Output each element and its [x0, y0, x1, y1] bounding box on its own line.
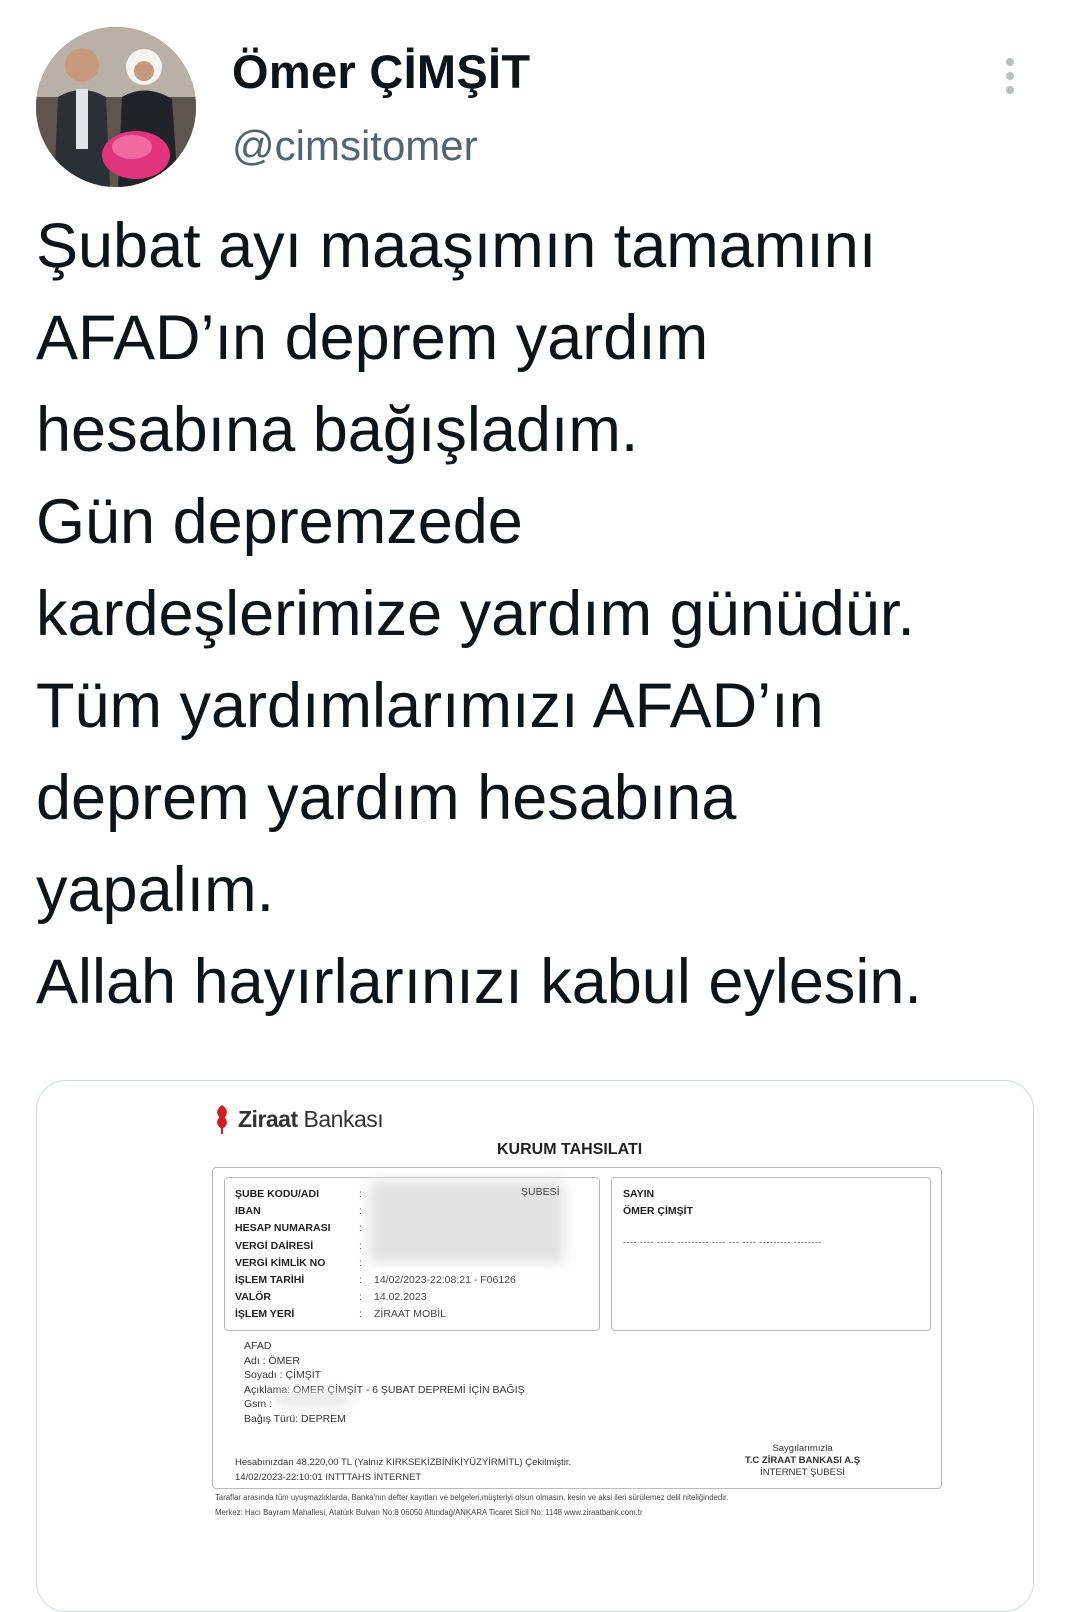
- legal-notice: Taraflar arasında tüm uyuşmazlıklarda, B…: [215, 1490, 728, 1520]
- receipt-title: KURUM TAHSILATI: [497, 1141, 643, 1158]
- receipt-document: Ziraat Bankası KURUM TAHSILATI ŞUBE KODU…: [37, 1081, 1033, 1611]
- receipt-footer-left: Hesabınızdan 48.220,00 TL (Yalnız KIRKSE…: [235, 1455, 571, 1485]
- field-label: ŞUBE KODU/ADI: [235, 1188, 320, 1200]
- tweet-text: Şubat ayı maaşımın tamamını AFAD’ın depr…: [36, 211, 922, 1017]
- detail-line: Soyadı : ÇİMŞİT: [244, 1369, 322, 1381]
- colon: :: [359, 1188, 362, 1200]
- bank-name-regular: Bankası: [297, 1105, 384, 1132]
- colon: :: [359, 1205, 362, 1218]
- branch-name: İNTERNET ŞUBESİ: [760, 1467, 845, 1478]
- regards-text: Saygılarımızla: [772, 1443, 833, 1454]
- recipient-block: SAYIN ÖMER ÇİMŞİT: [623, 1186, 693, 1220]
- colon: :: [359, 1239, 362, 1252]
- bank-signature: T.C ZİRAAT BANKASI A.Ş: [745, 1455, 861, 1466]
- author-handle[interactable]: @cimsitomer: [232, 122, 478, 170]
- islem-tarihi-value: 14/02/2023-22:08:21 - F06126: [374, 1274, 516, 1286]
- field-label: İŞLEM YERİ: [235, 1308, 295, 1321]
- field-label: VERGİ DAİRESİ: [235, 1239, 314, 1252]
- colon: :: [359, 1256, 362, 1269]
- legal-line: Merkez: Hacı Bayram Mahallesi, Atatürk B…: [215, 1508, 643, 1517]
- avatar[interactable]: [36, 27, 196, 187]
- tweet-media-image[interactable]: Ziraat Bankası KURUM TAHSILATI ŞUBE KODU…: [36, 1080, 1034, 1612]
- field-label: HESAP NUMARASI: [235, 1222, 331, 1235]
- receipt-values: 14/02/2023-22:08:21 - F06126 14.02.2023 …: [374, 1186, 516, 1324]
- masked-address: ---- ---- ----- --------- ---- --- ---- …: [623, 1237, 822, 1247]
- more-vertical-icon[interactable]: [994, 54, 1026, 98]
- sayin-label: SAYIN: [623, 1188, 655, 1200]
- author-display-name[interactable]: Ömer ÇİMŞİT: [232, 44, 530, 99]
- ziraat-bank-logo: Ziraat Bankası: [212, 1103, 384, 1135]
- islem-yeri-value: ZİRAAT MOBİL: [374, 1308, 446, 1321]
- field-label: VALÖR: [235, 1291, 271, 1304]
- legal-line: Taraflar arasında tüm uyuşmazlıklarda, B…: [215, 1493, 729, 1502]
- detail-line: Adı : ÖMER: [244, 1354, 301, 1367]
- amount-line: Hesabınızdan 48.220,00 TL (Yalnız KIRKSE…: [235, 1457, 572, 1468]
- receipt-colons: : : : : : : : :: [359, 1186, 362, 1324]
- colon: :: [359, 1291, 362, 1304]
- bank-name-bold: Ziraat: [238, 1105, 298, 1132]
- receipt-footer-right: Saygılarımızla T.C ZİRAAT BANKASI A.Ş İN…: [745, 1443, 860, 1479]
- wheat-icon: [217, 1105, 227, 1134]
- receipt-field-labels: ŞUBE KODU/ADI IBAN HESAP NUMARASI VERGİ …: [235, 1186, 330, 1324]
- recipient-name: ÖMER ÇİMŞİT: [623, 1205, 693, 1218]
- field-label: IBAN: [235, 1205, 261, 1218]
- field-label: VERGİ KİMLİK NO: [235, 1256, 326, 1269]
- sube-suffix: ŞUBESİ: [521, 1186, 560, 1198]
- datetime-line: 14/02/2023-22:10:01 INTTTAHS İNTERNET: [235, 1472, 422, 1483]
- detail-line: AFAD: [244, 1340, 272, 1352]
- detail-line: Bağış Türü: DEPREM: [244, 1412, 346, 1425]
- avatar-photo: [36, 27, 196, 187]
- colon: :: [359, 1308, 362, 1321]
- redacted-gsm: [275, 1393, 350, 1405]
- colon: :: [359, 1222, 362, 1235]
- valor-value: 14.02.2023: [374, 1291, 427, 1304]
- colon: :: [359, 1274, 362, 1287]
- field-label: İŞLEM TARİHİ: [235, 1274, 305, 1287]
- donation-details: AFAD Adı : ÖMER Soyadı : ÇİMŞİT Açıklama…: [244, 1339, 525, 1426]
